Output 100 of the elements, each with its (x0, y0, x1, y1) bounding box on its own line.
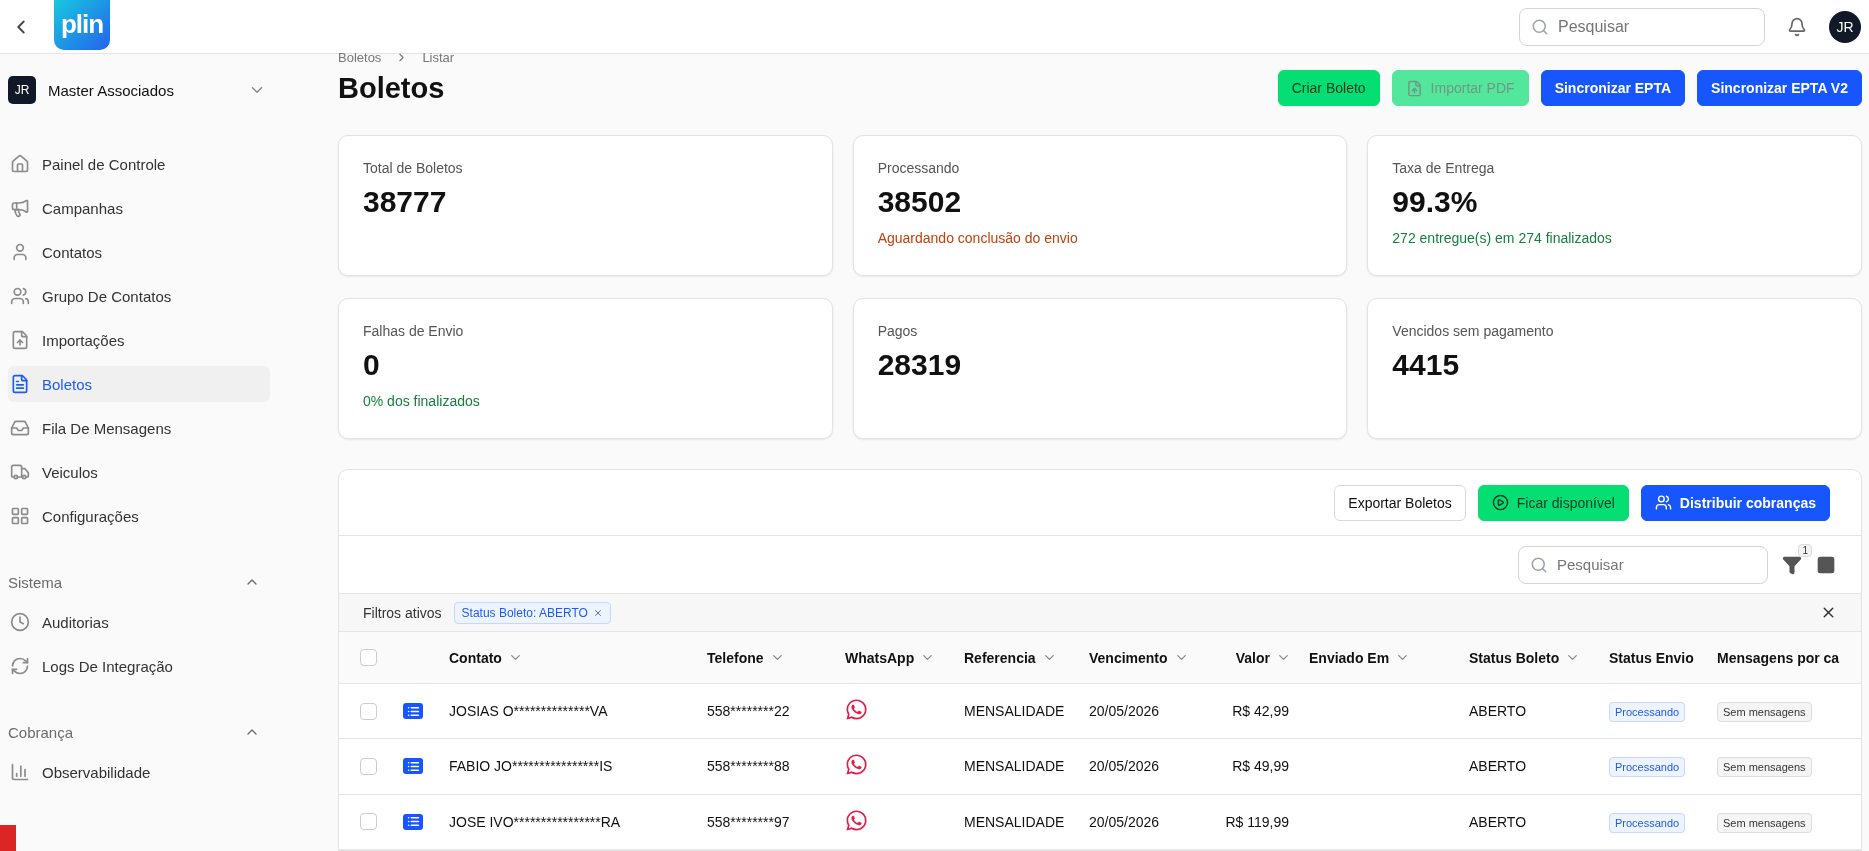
table-action-button[interactable]: Distribuir cobranças (1640, 484, 1830, 521)
nav-icon (10, 374, 30, 394)
table-cell-text: MENSALIDADE (964, 703, 1066, 719)
nav-icon (10, 198, 30, 218)
nav-icon (10, 612, 30, 632)
column-header[interactable]: Status Boleto (1469, 649, 1609, 666)
filter-count: 1 (1798, 543, 1812, 557)
breadcrumb-link[interactable]: Boletos (338, 50, 382, 64)
sidebar-item[interactable]: Veiculos (8, 454, 270, 490)
column-header[interactable]: Mensagens por ca (1717, 649, 1861, 666)
stat-label: Vencidos sem pagamento (1392, 323, 1555, 339)
sidebar-item[interactable]: Grupo De Contatos (8, 278, 270, 314)
table-action-button[interactable]: Ficar disponível (1477, 484, 1629, 521)
stat-label: Processando (877, 160, 961, 176)
action-button[interactable]: Sincronizar EPTA V2 (1697, 70, 1862, 106)
status-tag: Processando (1609, 757, 1686, 778)
table-cell-text: MENSALIDADE (964, 758, 1066, 775)
column-header[interactable]: WhatsApp (845, 649, 964, 666)
org-badge: JR (8, 76, 36, 104)
sidebar-item[interactable]: Logs De Integração (8, 648, 270, 684)
bell-icon[interactable] (1787, 16, 1807, 37)
messages-tag: Sem mensagens (1717, 757, 1812, 778)
stat-value: 4415 (1392, 348, 1461, 382)
nav-icon (10, 656, 30, 676)
details-icon[interactable] (403, 703, 423, 719)
search-icon (1530, 555, 1548, 574)
search-icon (1531, 17, 1549, 36)
column-header[interactable]: Vencimento (1089, 649, 1221, 666)
sidebar-item[interactable]: Observabilidade (8, 754, 270, 790)
sidebar-item[interactable]: Fila De Mensagens (8, 410, 270, 446)
column-header[interactable]: Valor (1221, 649, 1309, 666)
table-cell-text: R$ 119,99 (1224, 813, 1290, 830)
users-icon (1654, 494, 1672, 512)
column-header[interactable]: Referencia (964, 649, 1089, 666)
whatsapp-icon[interactable] (845, 753, 868, 777)
table-search-field[interactable]: Pesquisar (1518, 545, 1768, 584)
nav-icon (10, 154, 30, 174)
stat-note: 0% dos finalizados (363, 393, 481, 409)
whatsapp-icon[interactable] (845, 808, 868, 832)
table-cell-text: R$ 49,99 (1231, 758, 1290, 775)
section-title: Cobrança (8, 723, 74, 741)
table-action-button[interactable]: Exportar Boletos (1334, 484, 1466, 521)
stat-value: 38777 (363, 185, 448, 219)
stat-label: Falhas de Envio (363, 323, 465, 339)
stat-label: Pagos (877, 323, 919, 339)
sidebar-item[interactable]: Campanhas (8, 190, 270, 226)
sidebar-item[interactable]: Importações (8, 322, 270, 358)
checkbox[interactable] (360, 702, 377, 720)
table-cell-text: 20/05/2026 (1089, 813, 1161, 830)
checkbox[interactable] (360, 757, 377, 775)
column-header[interactable]: Contato (449, 649, 707, 666)
messages-tag: Sem mensagens (1717, 702, 1812, 722)
column-header[interactable]: Status Envio (1609, 649, 1717, 666)
column-header[interactable]: Enviado Em (1309, 649, 1469, 666)
sidebar-item[interactable]: Configurações (8, 498, 270, 534)
section-title: Sistema (8, 573, 63, 591)
table-cell-text: ABERTO (1469, 813, 1528, 830)
column-header[interactable]: Telefone (707, 649, 845, 666)
sidebar-item[interactable]: Contatos (8, 234, 270, 270)
stat-value: 28319 (877, 348, 963, 382)
messages-tag: Sem mensagens (1717, 812, 1812, 833)
search-field[interactable]: Pesquisar (1519, 7, 1765, 46)
checkbox[interactable] (360, 649, 377, 667)
table-cell-text: JOSE IVO****************RA (449, 813, 622, 830)
whatsapp-icon[interactable] (845, 698, 868, 721)
table-cell-text: R$ 42,99 (1231, 703, 1290, 719)
table-cell-text: 20/05/2026 (1089, 703, 1161, 719)
org-name[interactable]: Master Associados (48, 81, 236, 99)
status-tag: Processando (1609, 702, 1686, 722)
stat-label: Taxa de Entrega (1392, 160, 1496, 176)
nav-icon (10, 506, 30, 526)
checkbox[interactable] (360, 813, 377, 831)
nav-icon (10, 462, 30, 482)
upload-file-icon (1405, 79, 1423, 97)
action-button[interactable]: Sincronizar EPTA (1540, 70, 1686, 106)
filter-icon[interactable] (1782, 554, 1802, 575)
filters-label: Filtros ativos (363, 604, 442, 621)
stat-value: 38502 (877, 185, 963, 219)
table-cell-text: FABIO JO****************IS (449, 758, 614, 775)
filter-chip[interactable]: Status Boleto: ABERTO (453, 601, 611, 624)
table-cell-text: 20/05/2026 (1089, 758, 1161, 775)
breadcrumb-link[interactable]: Listar (422, 50, 455, 64)
nav-icon (10, 242, 30, 262)
table-cell-text: MENSALIDADE (964, 813, 1066, 830)
stat-value: 0 (363, 348, 381, 382)
table-cell-text: JOSIAS O**************VA (449, 703, 609, 719)
details-icon[interactable] (403, 758, 423, 775)
table-cell-text: 558********22 (707, 703, 791, 719)
sidebar-item[interactable]: Painel de Controle (8, 146, 270, 182)
nav-icon (10, 418, 30, 438)
action-button[interactable]: Criar Boleto (1277, 70, 1380, 106)
details-icon[interactable] (403, 813, 423, 830)
play-icon (1491, 494, 1509, 512)
nav-icon (10, 762, 30, 782)
remove-icon[interactable] (592, 607, 603, 618)
sidebar-item[interactable]: Boletos (8, 366, 270, 402)
sidebar-item[interactable]: Auditorias (8, 604, 270, 640)
user-avatar[interactable]: JR (1829, 10, 1861, 43)
table-cell-text: 558********88 (707, 758, 791, 775)
nav-icon (10, 286, 30, 306)
